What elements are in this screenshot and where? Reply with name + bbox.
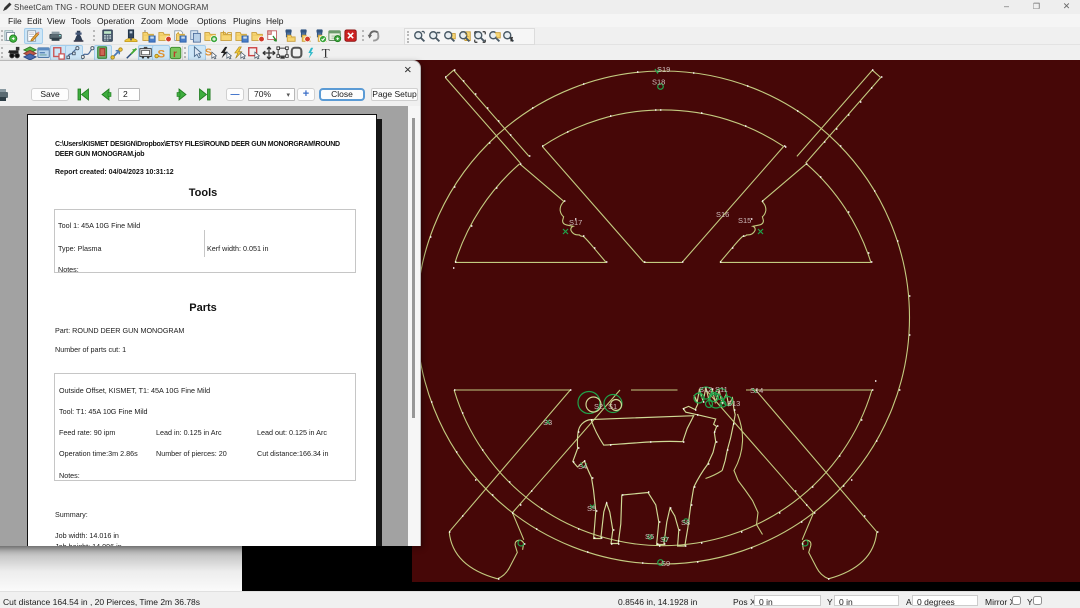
svg-text:S1: S1 xyxy=(608,402,617,411)
svg-text:S6: S6 xyxy=(645,532,654,541)
svg-text:S4: S4 xyxy=(578,462,587,471)
svg-text:S16: S16 xyxy=(716,210,729,219)
svg-text:S19: S19 xyxy=(657,65,670,74)
svg-text:r: r xyxy=(173,49,177,60)
svg-text:T: T xyxy=(321,46,329,60)
svg-text:S7: S7 xyxy=(660,535,669,544)
svg-text:S5: S5 xyxy=(587,504,596,513)
svg-text:S12: S12 xyxy=(699,385,712,394)
svg-text:S15: S15 xyxy=(738,216,751,225)
svg-text:S17: S17 xyxy=(569,218,582,227)
svg-text:S11: S11 xyxy=(715,385,728,394)
svg-text:S8: S8 xyxy=(681,518,690,527)
svg-text:S2: S2 xyxy=(594,402,603,411)
svg-text:S: S xyxy=(205,47,212,59)
svg-text:S14: S14 xyxy=(750,386,763,395)
svg-text:S3: S3 xyxy=(543,418,552,427)
svg-text:S9: S9 xyxy=(661,559,670,568)
svg-text:S18: S18 xyxy=(652,78,665,87)
svg-text:S: S xyxy=(158,48,166,60)
svg-text:S13: S13 xyxy=(727,399,740,408)
